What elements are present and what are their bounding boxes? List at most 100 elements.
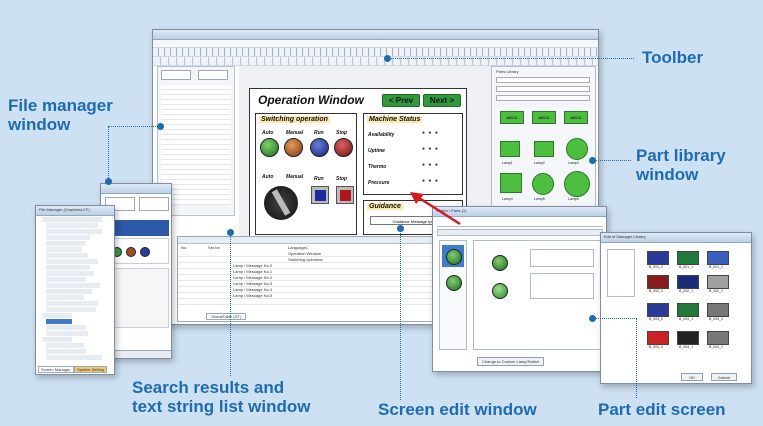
library-square-1[interactable]	[500, 141, 520, 157]
swatch-caption-8: B_003_1	[679, 317, 694, 321]
swatch-caption-12: B_004_2	[709, 345, 724, 349]
display-method-box[interactable]	[198, 70, 228, 80]
result-row-5[interactable]: Lamp / Message No.2	[233, 275, 272, 280]
swatch-caption-3: B_001_2	[709, 265, 724, 269]
part-library-callout-line	[593, 160, 631, 161]
search-results-label: Search results and text string list wind…	[132, 378, 311, 416]
pressure-value: ● ● ●	[422, 178, 439, 184]
menu-bar[interactable]	[153, 40, 598, 48]
file-manager-tab-screen[interactable]: Screen Manager	[38, 366, 74, 373]
screen-type-box[interactable]	[161, 70, 191, 80]
library-square-3[interactable]	[500, 173, 522, 193]
result-row-8[interactable]: Lamp / Message No.5	[233, 293, 272, 298]
custom-lamp-button[interactable]: Change to Custom Lamp/Switch	[477, 357, 545, 366]
swatch-1[interactable]	[647, 251, 669, 265]
swatch-caption-5: B_002_1	[679, 289, 694, 293]
run-lamp[interactable]	[310, 138, 329, 157]
swatch-4[interactable]	[647, 275, 669, 289]
operation-title: Operation Window	[258, 93, 364, 107]
part-edit-window: Edit of Manager Library B_001_0 B_001_1 …	[600, 232, 752, 384]
stop-push-button[interactable]	[336, 186, 354, 204]
library-round-1[interactable]	[566, 138, 588, 160]
result-row-6[interactable]: Lamp / Message No.3	[233, 281, 272, 286]
manual-lamp[interactable]	[284, 138, 303, 157]
part-library-label-line1: Part library	[636, 146, 726, 165]
stop-lamp[interactable]	[334, 138, 353, 157]
col-language1: Language1	[288, 245, 309, 250]
swatch-caption-1: B_001_0	[649, 265, 664, 269]
screen-edit-callout-line	[400, 228, 401, 400]
cancel-button[interactable]: Cancel	[711, 373, 737, 381]
result-row-4[interactable]: Lamp / Message No.1	[233, 269, 272, 274]
library-dropdown-3[interactable]	[496, 95, 590, 101]
next-button[interactable]: Next >	[423, 94, 461, 107]
search-callout-dot	[227, 229, 234, 236]
swatch-3[interactable]	[707, 251, 729, 265]
swatch-10[interactable]	[647, 331, 669, 345]
display-method-toggle[interactable]	[139, 197, 169, 211]
library-caption-1: Lamp1	[502, 161, 513, 165]
result-row-3[interactable]: Lamp / Message No.0	[233, 263, 272, 268]
swatch-11[interactable]	[677, 331, 699, 345]
swatch-5[interactable]	[677, 275, 699, 289]
file-manager-tab-system[interactable]: System Setting	[74, 366, 107, 373]
ok-button[interactable]: OK	[681, 373, 703, 381]
search-results-panel: No. Set for Language1 Operation Window S…	[177, 236, 436, 322]
library-round-3[interactable]	[564, 171, 590, 197]
pressure-label: Pressure	[368, 180, 390, 186]
auto-lamp[interactable]	[260, 138, 279, 157]
swatch-8[interactable]	[677, 303, 699, 317]
result-row-2[interactable]: Switching operation	[288, 257, 323, 262]
result-row-7[interactable]: Lamp / Message No.4	[233, 287, 272, 292]
manual-label: Manual	[286, 130, 304, 136]
guidance-title: Guidance	[367, 203, 403, 210]
machine-status-title: Machine Status	[367, 116, 423, 123]
swatch-caption-2: B_001_1	[679, 265, 694, 269]
library-button-1[interactable]: ABCD	[500, 111, 524, 124]
switching-operation-panel: Switching operation Auto Manual Run Stop…	[255, 113, 357, 235]
swatch-caption-7: B_003_0	[649, 317, 664, 321]
part-library-label: Part library window	[636, 146, 726, 184]
screen-edit-tabs[interactable]	[437, 229, 603, 236]
library-button-3[interactable]: ABCD	[564, 111, 588, 124]
screen-manager-titlebar	[101, 184, 171, 194]
library-square-2[interactable]	[534, 141, 554, 157]
selector-switch[interactable]	[264, 186, 298, 220]
file-manager-label-line2: window	[8, 115, 71, 135]
library-round-2[interactable]	[532, 173, 554, 195]
file-manager-label-line1: File manager	[8, 96, 113, 115]
screen-edit-window: Switch / Parts (1) Change to Custom Lamp…	[432, 206, 607, 372]
screen-edit-state-list[interactable]	[439, 240, 467, 350]
shape-select-box[interactable]	[530, 273, 594, 299]
auto-label: Auto	[262, 130, 274, 136]
results-footer[interactable]: GlobalTable (GT)	[206, 313, 247, 320]
swatch-2[interactable]	[677, 251, 699, 265]
part-edit-tree[interactable]	[607, 249, 635, 297]
swatch-caption-4: B_002_0	[649, 289, 664, 293]
prev-button[interactable]: < Prev	[382, 94, 420, 107]
library-caption-4: Lamp4	[502, 197, 513, 201]
parts-library-title: Parts Library	[496, 69, 519, 74]
library-dropdown-2[interactable]	[496, 86, 590, 92]
swatch-caption-9: B_003_2	[709, 317, 724, 321]
search-callout-line	[230, 232, 231, 376]
part-library-label-line2: window	[636, 165, 699, 185]
col-set-for: Set for	[208, 245, 220, 250]
library-dropdown-1[interactable]	[496, 77, 590, 83]
result-row-1[interactable]: Operation Window	[288, 251, 321, 256]
lamp-select-box[interactable]	[530, 249, 594, 267]
run-push-button[interactable]	[311, 186, 329, 204]
file-manager-window: File Manager (GraphicsLCF) Screen Manage…	[35, 205, 115, 375]
run-label-2: Run	[314, 176, 324, 182]
swatch-6[interactable]	[707, 275, 729, 289]
swatch-7[interactable]	[647, 303, 669, 317]
auto-label-2: Auto	[262, 174, 274, 180]
library-button-2[interactable]: ABCD	[532, 111, 556, 124]
uptime-value: ● ● ●	[422, 146, 439, 152]
swatch-12[interactable]	[707, 331, 729, 345]
file-manager-tree[interactable]	[36, 216, 114, 364]
screen-edit-label: Screen edit window	[378, 400, 537, 419]
toolbar-label: Toolber	[642, 48, 704, 67]
toolbar-row-1[interactable]	[153, 48, 598, 57]
swatch-9[interactable]	[707, 303, 729, 317]
